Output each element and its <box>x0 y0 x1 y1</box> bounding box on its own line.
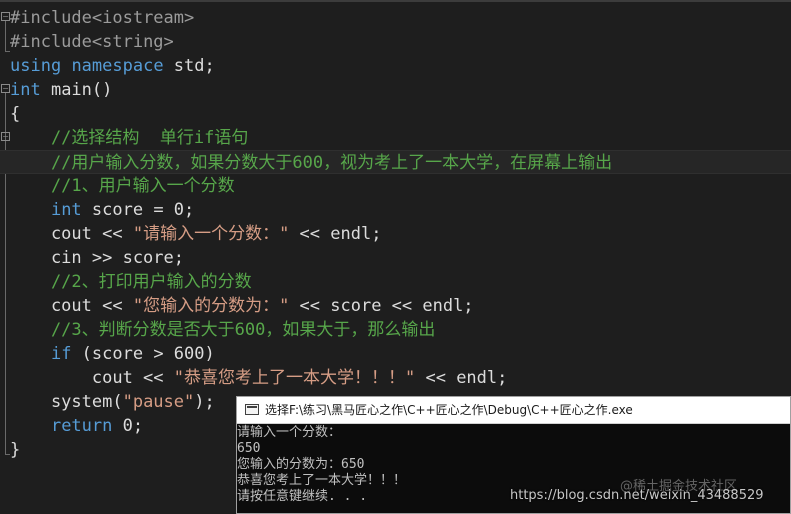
fold-guide <box>5 21 6 51</box>
code-token: <iostream> <box>91 8 195 28</box>
code-token: score = 0; <box>81 200 195 220</box>
code-token: int <box>10 80 41 100</box>
code-token: //3、判断分数是否大于600，如果大于，那么输出 <box>10 320 436 340</box>
code-token: } <box>10 440 21 460</box>
collapse-toggle-icon[interactable]: − <box>1 12 10 21</box>
code-token: << score << endl; <box>289 296 474 316</box>
url-watermark: https://blog.csdn.net/weixin_43488529 <box>510 488 764 503</box>
console-line: 请按任意键继续. . . <box>237 489 368 504</box>
code-line[interactable]: cout << "您输入的分数为：" << score << endl; <box>10 294 474 318</box>
code-token: "您输入的分数为：" <box>132 296 290 316</box>
console-title: 选择F:\练习\黑马匠心之作\C++匠心之作\Debug\C++匠心之作.exe <box>265 403 633 417</box>
code-token: int <box>50 200 82 220</box>
code-line[interactable]: cin >> score; <box>10 246 184 270</box>
code-token: system( <box>10 392 123 412</box>
code-token: 0; <box>112 416 144 436</box>
code-line[interactable]: //用户输入分数，如果分数大于600，视为考上了一本大学，在屏幕上输出 <box>0 150 791 174</box>
code-line[interactable]: //3、判断分数是否大于600，如果大于，那么输出 <box>10 318 435 342</box>
console-line: 650 <box>237 441 261 456</box>
collapse-toggle-icon[interactable]: − <box>1 84 10 93</box>
code-line[interactable]: //1、用户输入一个分数 <box>10 174 235 198</box>
fold-guide <box>5 141 6 454</box>
collapse-toggle-icon[interactable]: − <box>1 132 10 141</box>
code-token: (score > 600) <box>71 344 215 364</box>
code-token: "恭喜您考上了一本大学！！！" <box>173 368 416 388</box>
code-line[interactable]: cout << "恭喜您考上了一本大学！！！" << endl; <box>10 366 508 390</box>
code-token: return <box>50 416 113 436</box>
code-token: << endl; <box>415 368 508 388</box>
code-token: { <box>10 104 21 124</box>
code-line[interactable]: #include<iostream> <box>10 6 194 30</box>
code-token: using <box>10 56 62 76</box>
code-token: cout << <box>10 224 133 244</box>
console-app-icon <box>245 404 259 415</box>
code-line[interactable]: //选择结构 单行if语句 <box>10 126 248 150</box>
code-line[interactable]: int score = 0; <box>10 198 194 222</box>
code-line[interactable]: } <box>10 438 20 462</box>
console-titlebar[interactable]: 选择F:\练习\黑马匠心之作\C++匠心之作\Debug\C++匠心之作.exe <box>237 397 790 424</box>
console-line: 恭喜您考上了一本大学！！！ <box>237 473 407 488</box>
console-line: 请输入一个分数： <box>237 425 342 440</box>
console-line: 您输入的分数为：650 <box>237 457 365 472</box>
code-token: cout << <box>10 296 133 316</box>
code-line[interactable]: using namespace std; <box>10 54 215 78</box>
code-token: //用户输入分数，如果分数大于600，视为考上了一本大学，在屏幕上输出 <box>10 153 613 173</box>
code-line[interactable]: { <box>10 102 20 126</box>
editor-top-border <box>0 0 791 2</box>
code-token: std; <box>163 56 215 76</box>
code-line[interactable]: cout << "请输入一个分数：" << endl; <box>10 222 382 246</box>
code-token: << endl; <box>289 224 382 244</box>
code-token: main() <box>40 80 113 100</box>
code-token: <string> <box>91 32 174 52</box>
code-token: #include <box>10 32 92 52</box>
code-line[interactable]: //2、打印用户输入的分数 <box>10 270 252 294</box>
code-token: #include <box>10 8 92 28</box>
code-token: cin >> score; <box>10 248 184 268</box>
code-token: ); <box>194 392 215 412</box>
code-token: namespace <box>71 56 164 76</box>
code-token: //选择结构 单行if语句 <box>10 128 249 148</box>
code-token: "请输入一个分数：" <box>132 224 290 244</box>
code-token: //2、打印用户输入的分数 <box>10 272 252 292</box>
code-token: "pause" <box>122 392 195 412</box>
code-token: cout << <box>10 368 174 388</box>
code-line[interactable]: system("pause"); <box>10 390 215 414</box>
code-line[interactable]: int main() <box>10 78 112 102</box>
code-line[interactable]: #include<string> <box>10 30 174 54</box>
code-token: if <box>50 344 72 364</box>
code-token: //1、用户输入一个分数 <box>10 176 235 196</box>
code-line[interactable]: if (score > 600) <box>10 342 215 366</box>
code-line[interactable]: return 0; <box>10 414 143 438</box>
